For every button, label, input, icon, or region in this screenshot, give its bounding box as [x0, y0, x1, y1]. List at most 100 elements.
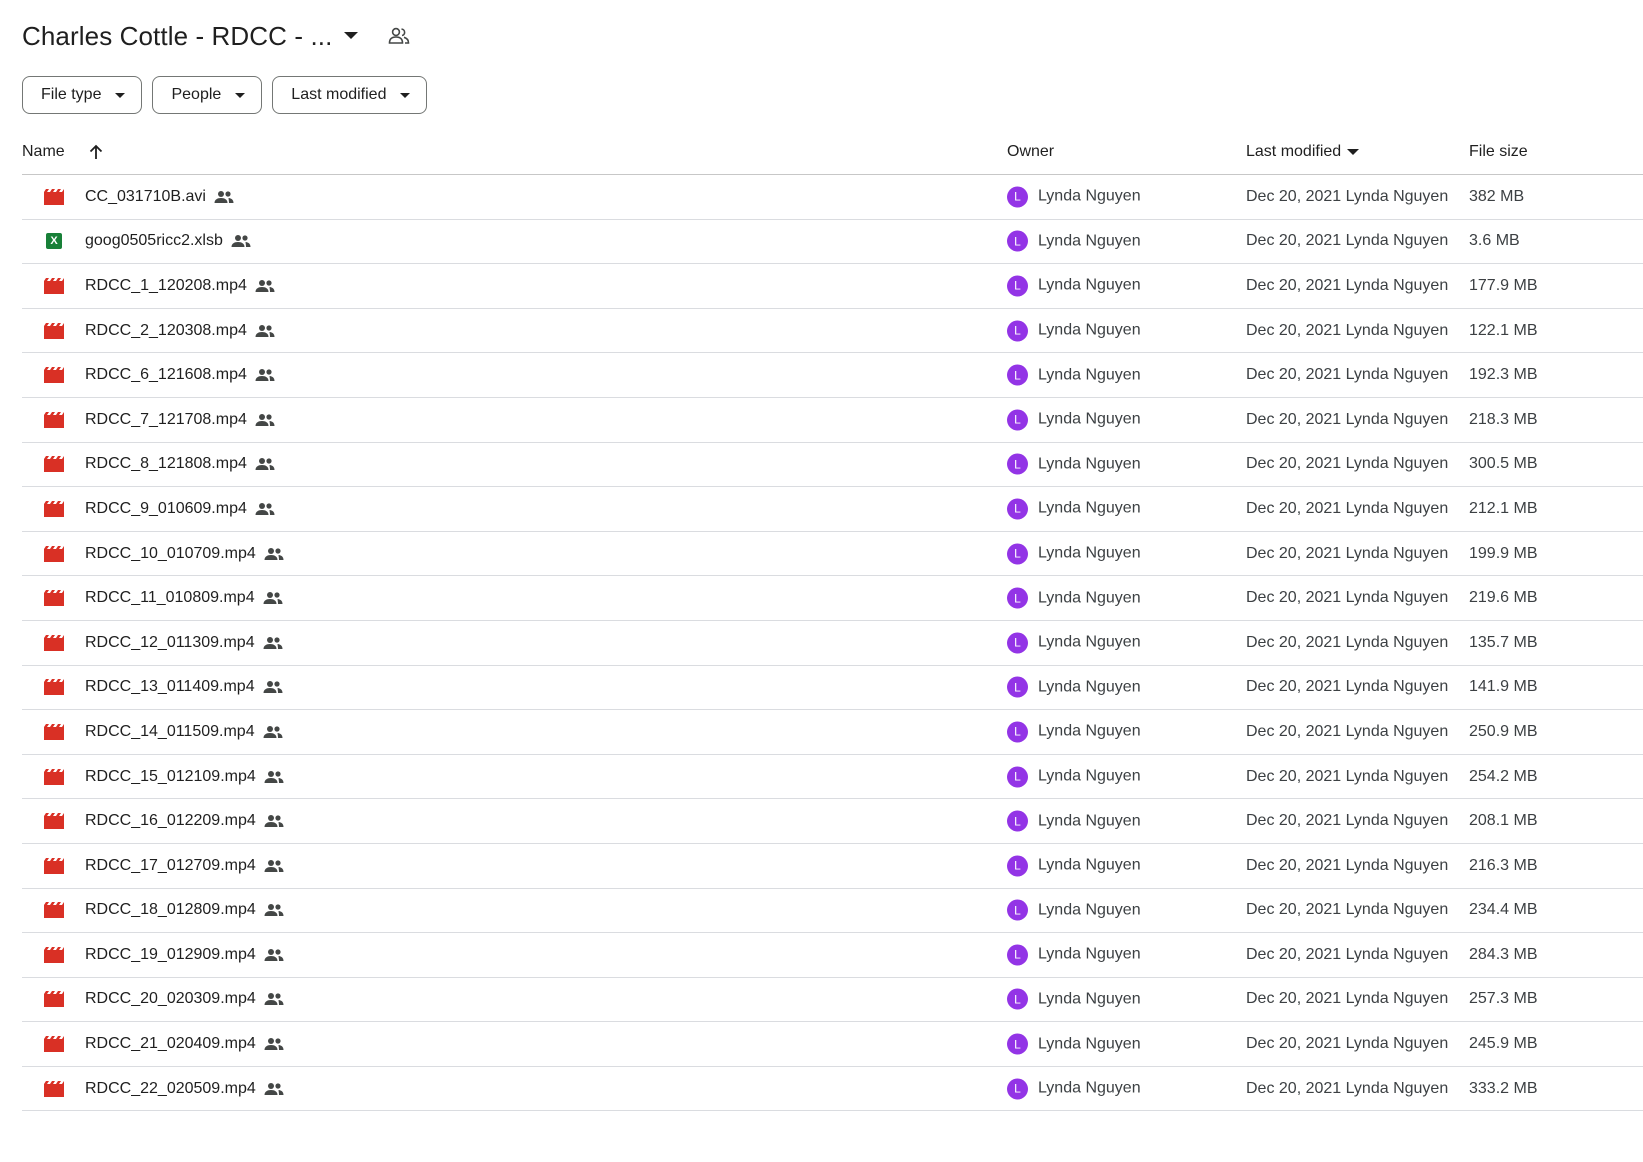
table-header: Name Owner Last modified File size — [22, 130, 1643, 175]
owner-name: Lynda Nguyen — [1038, 366, 1141, 384]
file-name-text: RDCC_9_010609.mp4 — [85, 499, 247, 517]
shared-icon — [255, 368, 275, 382]
arrow-drop-down-icon — [235, 92, 246, 98]
table-row[interactable]: RDCC_9_010609.mp4 L Lynda Nguyen Dec 20, 20… — [22, 487, 1643, 532]
avatar: L — [1007, 855, 1028, 877]
shared-icon — [264, 547, 284, 561]
file-name[interactable]: RDCC_7_121708.mp4 — [85, 411, 275, 429]
table-row[interactable]: RDCC_7_121708.mp4 L Lynda Nguyen Dec 20, 20… — [22, 398, 1643, 443]
table-row[interactable]: Xgoog0505ricc2.xlsb L Lynda Nguyen Dec 20, … — [22, 220, 1643, 265]
avatar: L — [1007, 1033, 1028, 1055]
table-row[interactable]: RDCC_14_011509.mp4 L Lynda Nguyen Dec 20, 2… — [22, 710, 1643, 755]
file-name[interactable]: goog0505ricc2.xlsb — [85, 232, 251, 250]
file-name[interactable]: RDCC_8_121808.mp4 — [85, 455, 275, 473]
file-name[interactable]: RDCC_1_120208.mp4 — [85, 277, 275, 295]
table-row[interactable]: RDCC_2_120308.mp4 L Lynda Nguyen Dec 20, 20… — [22, 309, 1643, 354]
file-name[interactable]: RDCC_19_012909.mp4 — [85, 946, 284, 964]
file-name[interactable]: RDCC_20_020309.mp4 — [85, 990, 284, 1008]
last-modified: Dec 20, 2021 Lynda Nguyen — [1246, 187, 1449, 205]
shared-icon — [264, 770, 284, 784]
owner: L Lynda Nguyen — [1007, 409, 1141, 431]
avatar: L — [1007, 230, 1028, 252]
owner-name: Lynda Nguyen — [1038, 945, 1141, 963]
table-row[interactable]: RDCC_1_120208.mp4 L Lynda Nguyen Dec 20, 20… — [22, 264, 1643, 309]
file-type-filter[interactable]: File type — [22, 76, 143, 114]
file-name-text: RDCC_21_020409.mp4 — [85, 1035, 256, 1053]
last-modified: Dec 20, 2021 Lynda Nguyen — [1246, 455, 1449, 473]
avatar: L — [1007, 721, 1028, 743]
last-modified: Dec 20, 2021 Lynda Nguyen — [1246, 812, 1449, 830]
file-size: 216.3 MB — [1469, 856, 1538, 874]
avatar: L — [1007, 453, 1028, 475]
owner-name: Lynda Nguyen — [1038, 276, 1141, 294]
column-label: Last modified — [1246, 143, 1342, 160]
sort-ascending-icon[interactable] — [89, 144, 103, 160]
owner: L Lynda Nguyen — [1007, 721, 1141, 743]
file-name-text: goog0505ricc2.xlsb — [85, 232, 223, 250]
last-modified: Dec 20, 2021 Lynda Nguyen — [1246, 544, 1449, 562]
file-name-text: RDCC_12_011309.mp4 — [85, 633, 255, 651]
file-name[interactable]: RDCC_6_121608.mp4 — [85, 366, 275, 384]
file-name[interactable]: RDCC_9_010609.mp4 — [85, 500, 275, 518]
file-name[interactable]: RDCC_10_010709.mp4 — [85, 545, 284, 563]
file-size: 3.6 MB — [1469, 232, 1520, 250]
last-modified: Dec 20, 2021 Lynda Nguyen — [1246, 276, 1449, 294]
table-row[interactable]: RDCC_22_020509.mp4 L Lynda Nguyen Dec 20, 2… — [22, 1067, 1643, 1112]
file-name[interactable]: RDCC_12_011309.mp4 — [85, 634, 283, 652]
table-row[interactable]: RDCC_17_012709.mp4 L Lynda Nguyen Dec 20, 2… — [22, 844, 1643, 889]
arrow-drop-down-icon — [1347, 149, 1360, 155]
last-modified-filter[interactable]: Last modified — [272, 76, 428, 114]
file-name[interactable]: RDCC_22_020509.mp4 — [85, 1080, 284, 1098]
table-row[interactable]: RDCC_8_121808.mp4 L Lynda Nguyen Dec 20, 20… — [22, 443, 1643, 488]
file-name[interactable]: RDCC_2_120308.mp4 — [85, 322, 275, 340]
file-name[interactable]: RDCC_11_010809.mp4 — [85, 589, 283, 607]
shared-folder-icon[interactable] — [388, 27, 410, 45]
arrow-drop-down-icon[interactable] — [344, 32, 359, 40]
owner: L Lynda Nguyen — [1007, 364, 1141, 386]
video-file-icon — [44, 991, 64, 1008]
file-size: 234.4 MB — [1469, 901, 1538, 919]
table-row[interactable]: RDCC_11_010809.mp4 L Lynda Nguyen Dec 20, 2… — [22, 576, 1643, 621]
file-size-column-header[interactable]: File size — [1469, 143, 1528, 161]
name-column-header[interactable]: Name — [22, 143, 103, 161]
file-name[interactable]: RDCC_14_011509.mp4 — [85, 723, 283, 741]
file-size: 219.6 MB — [1469, 589, 1538, 607]
file-name[interactable]: CC_031710B.avi — [85, 188, 234, 206]
owner: L Lynda Nguyen — [1007, 587, 1141, 609]
video-file-icon — [44, 1080, 64, 1097]
filter-bar: File type People Last modified — [22, 76, 428, 114]
video-file-icon — [44, 367, 64, 384]
owner-name: Lynda Nguyen — [1038, 722, 1141, 740]
table-row[interactable]: RDCC_16_012209.mp4 L Lynda Nguyen Dec 20, 2… — [22, 799, 1643, 844]
owner: L Lynda Nguyen — [1007, 810, 1141, 832]
file-name[interactable]: RDCC_15_012109.mp4 — [85, 768, 284, 786]
people-filter[interactable]: People — [152, 76, 263, 114]
file-name-text: RDCC_1_120208.mp4 — [85, 276, 247, 294]
table-row[interactable]: RDCC_21_020409.mp4 L Lynda Nguyen Dec 20, 2… — [22, 1022, 1643, 1067]
last-modified: Dec 20, 2021 Lynda Nguyen — [1246, 366, 1449, 384]
file-name[interactable]: RDCC_13_011409.mp4 — [85, 678, 283, 696]
arrow-drop-down-icon — [400, 92, 411, 98]
table-row[interactable]: RDCC_13_011409.mp4 L Lynda Nguyen Dec 20, 2… — [22, 666, 1643, 711]
table-row[interactable]: RDCC_18_012809.mp4 L Lynda Nguyen Dec 20, 2… — [22, 889, 1643, 934]
video-file-icon — [44, 946, 64, 963]
table-row[interactable]: RDCC_20_020309.mp4 L Lynda Nguyen Dec 20, 2… — [22, 978, 1643, 1023]
owner-column-header[interactable]: Owner — [1007, 143, 1054, 161]
file-name[interactable]: RDCC_21_020409.mp4 — [85, 1035, 284, 1053]
table-row[interactable]: CC_031710B.avi L Lynda Nguyen Dec 20, 2021 … — [22, 175, 1643, 220]
owner-name: Lynda Nguyen — [1038, 321, 1141, 339]
folder-title[interactable]: Charles Cottle - RDCC - ... — [22, 21, 332, 52]
file-name[interactable]: RDCC_16_012209.mp4 — [85, 812, 284, 830]
table-row[interactable]: RDCC_6_121608.mp4 L Lynda Nguyen Dec 20, 20… — [22, 353, 1643, 398]
avatar: L — [1007, 676, 1028, 698]
file-name[interactable]: RDCC_17_012709.mp4 — [85, 857, 284, 875]
file-name[interactable]: RDCC_18_012809.mp4 — [85, 901, 284, 919]
table-row[interactable]: RDCC_19_012909.mp4 L Lynda Nguyen Dec 20, 2… — [22, 933, 1643, 978]
table-row[interactable]: RDCC_15_012109.mp4 L Lynda Nguyen Dec 20, 2… — [22, 755, 1643, 800]
table-row[interactable]: RDCC_10_010709.mp4 L Lynda Nguyen Dec 20, 2… — [22, 532, 1643, 577]
last-modified-column-header[interactable]: Last modified — [1246, 143, 1360, 161]
last-modified: Dec 20, 2021 Lynda Nguyen — [1246, 633, 1449, 651]
shared-icon — [214, 190, 234, 204]
table-row[interactable]: RDCC_12_011309.mp4 L Lynda Nguyen Dec 20, 2… — [22, 621, 1643, 666]
file-size: 141.9 MB — [1469, 678, 1538, 696]
